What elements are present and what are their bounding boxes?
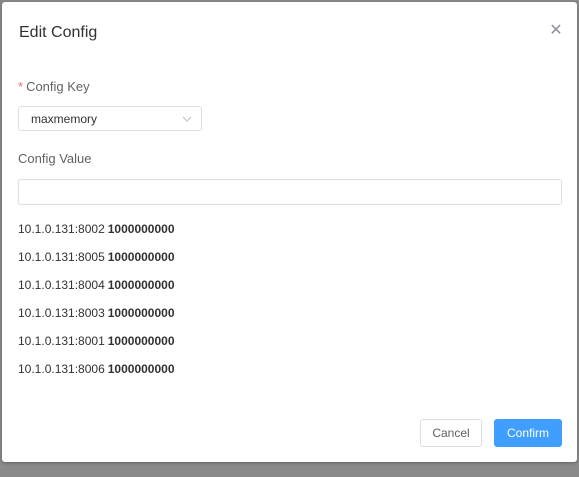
node-address: 10.1.0.131:8003 xyxy=(18,306,105,320)
node-row: 10.1.0.131:8001 1000000000 xyxy=(18,333,175,361)
node-row: 10.1.0.131:8004 1000000000 xyxy=(18,277,175,305)
config-value-label: Config Value xyxy=(18,151,92,166)
config-key-label-text: Config Key xyxy=(26,79,90,94)
close-icon[interactable]: ✕ xyxy=(547,22,565,40)
config-key-label: * Config Key xyxy=(18,79,90,94)
required-mark: * xyxy=(18,79,24,94)
edit-config-dialog: Edit Config ✕ * Config Key maxmemory Conf… xyxy=(2,2,577,462)
node-row: 10.1.0.131:8002 1000000000 xyxy=(18,221,175,249)
node-value: 1000000000 xyxy=(107,222,175,236)
node-value: 1000000000 xyxy=(107,334,175,348)
node-value: 1000000000 xyxy=(107,278,175,292)
node-address: 10.1.0.131:8006 xyxy=(18,362,105,376)
node-address: 10.1.0.131:8004 xyxy=(18,278,105,292)
node-address: 10.1.0.131:8001 xyxy=(18,334,105,348)
node-value: 1000000000 xyxy=(107,362,175,376)
dialog-title: Edit Config xyxy=(19,24,98,41)
node-value: 1000000000 xyxy=(107,306,175,320)
config-key-selected-value: maxmemory xyxy=(31,112,98,126)
node-row: 10.1.0.131:8005 1000000000 xyxy=(18,249,175,277)
node-value: 1000000000 xyxy=(107,250,175,264)
node-value-list: 10.1.0.131:8002 1000000000 10.1.0.131:800… xyxy=(18,221,175,389)
cancel-button[interactable]: Cancel xyxy=(420,419,482,447)
node-row: 10.1.0.131:8006 1000000000 xyxy=(18,361,175,389)
confirm-button[interactable]: Confirm xyxy=(494,419,562,447)
config-value-input[interactable] xyxy=(18,179,562,205)
node-address: 10.1.0.131:8002 xyxy=(18,222,105,236)
node-row: 10.1.0.131:8003 1000000000 xyxy=(18,305,175,333)
node-address: 10.1.0.131:8005 xyxy=(18,250,105,264)
config-key-select[interactable]: maxmemory xyxy=(18,106,202,131)
chevron-down-icon xyxy=(182,116,192,122)
